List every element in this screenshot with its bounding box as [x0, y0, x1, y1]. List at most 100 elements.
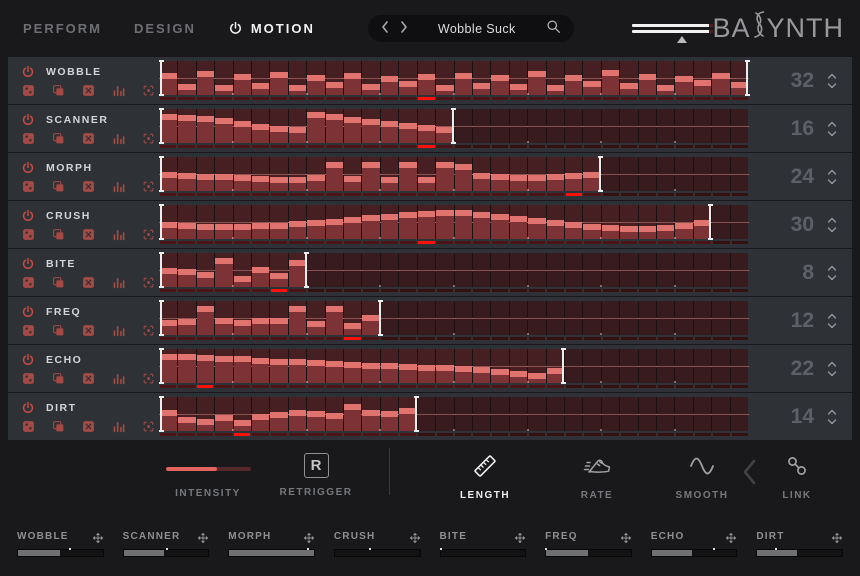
step-count[interactable]: 22 [780, 357, 814, 381]
step-cell[interactable] [473, 397, 490, 431]
step-cell[interactable] [473, 349, 490, 383]
step-cell[interactable] [178, 205, 195, 239]
dice-icon[interactable] [22, 420, 35, 433]
step-grid[interactable] [160, 61, 748, 104]
step-cell[interactable] [657, 301, 674, 335]
step-cell[interactable] [491, 61, 508, 95]
step-cell[interactable] [602, 109, 619, 143]
loop-start-bracket[interactable] [160, 348, 162, 384]
move-icon[interactable] [92, 531, 104, 543]
step-cell[interactable] [270, 301, 287, 335]
step-cell[interactable] [436, 61, 453, 95]
levels-icon[interactable] [112, 132, 125, 145]
move-icon[interactable] [831, 531, 843, 543]
loop-start-bracket[interactable] [160, 108, 162, 144]
step-cell[interactable] [620, 397, 637, 431]
step-cell[interactable] [160, 253, 177, 287]
target-icon[interactable] [142, 180, 155, 193]
step-cell[interactable] [712, 205, 729, 239]
step-cell[interactable] [620, 109, 637, 143]
dice-icon[interactable] [22, 276, 35, 289]
step-cell[interactable] [399, 109, 416, 143]
step-cell[interactable] [491, 157, 508, 191]
step-cell[interactable] [731, 397, 748, 431]
step-cell[interactable] [473, 61, 490, 95]
step-cell[interactable] [657, 109, 674, 143]
step-cell[interactable] [197, 397, 214, 431]
link-control[interactable]: LINK [757, 451, 837, 501]
step-cell[interactable] [197, 253, 214, 287]
step-cell[interactable] [510, 397, 527, 431]
step-cell[interactable] [565, 301, 582, 335]
step-cell[interactable] [510, 61, 527, 95]
step-cell[interactable] [473, 205, 490, 239]
step-cell[interactable] [197, 205, 214, 239]
step-cell[interactable] [639, 397, 656, 431]
step-cell[interactable] [197, 301, 214, 335]
loop-start-bracket[interactable] [160, 204, 162, 240]
step-cell[interactable] [252, 157, 269, 191]
step-cell[interactable] [197, 349, 214, 383]
step-cell[interactable] [178, 397, 195, 431]
step-cell[interactable] [583, 253, 600, 287]
step-cell[interactable] [583, 109, 600, 143]
step-cell[interactable] [215, 61, 232, 95]
step-cell[interactable] [694, 157, 711, 191]
step-cell[interactable] [694, 109, 711, 143]
channel-slider[interactable] [440, 549, 527, 557]
step-cell[interactable] [657, 253, 674, 287]
step-cell[interactable] [344, 157, 361, 191]
step-cell[interactable] [197, 61, 214, 95]
step-count-stepper[interactable] [827, 408, 837, 426]
step-cell[interactable] [344, 301, 361, 335]
channel-slider[interactable] [17, 549, 104, 557]
step-cell[interactable] [731, 253, 748, 287]
target-icon[interactable] [142, 276, 155, 289]
step-cell[interactable] [362, 349, 379, 383]
loop-end-bracket[interactable] [746, 60, 748, 96]
channel-slider[interactable] [228, 549, 315, 557]
lane-power-icon[interactable] [21, 161, 35, 175]
step-cell[interactable] [178, 349, 195, 383]
step-count-stepper[interactable] [827, 312, 837, 330]
step-cell[interactable] [234, 253, 251, 287]
channel-slider[interactable] [545, 549, 632, 557]
step-grid[interactable] [160, 349, 748, 392]
clear-icon[interactable] [82, 180, 95, 193]
step-cell[interactable] [289, 157, 306, 191]
step-count-stepper[interactable] [827, 168, 837, 186]
loop-end-bracket[interactable] [379, 300, 381, 336]
step-cell[interactable] [307, 205, 324, 239]
step-cell[interactable] [418, 109, 435, 143]
step-cell[interactable] [436, 157, 453, 191]
step-grid[interactable] [160, 253, 748, 296]
step-cell[interactable] [399, 205, 416, 239]
step-cell[interactable] [307, 109, 324, 143]
step-cell[interactable] [473, 253, 490, 287]
dice-icon[interactable] [22, 180, 35, 193]
step-cell[interactable] [344, 349, 361, 383]
clear-icon[interactable] [82, 276, 95, 289]
step-cell[interactable] [381, 205, 398, 239]
step-cell[interactable] [270, 61, 287, 95]
step-cell[interactable] [270, 253, 287, 287]
step-cell[interactable] [381, 301, 398, 335]
step-cell[interactable] [602, 61, 619, 95]
copy-icon[interactable] [52, 84, 65, 97]
step-cell[interactable] [657, 397, 674, 431]
step-cell[interactable] [712, 397, 729, 431]
clear-icon[interactable] [82, 372, 95, 385]
step-cell[interactable] [455, 205, 472, 239]
step-cell[interactable] [620, 61, 637, 95]
step-cell[interactable] [657, 157, 674, 191]
step-cell[interactable] [234, 157, 251, 191]
step-cell[interactable] [270, 157, 287, 191]
step-cell[interactable] [178, 253, 195, 287]
channel-slider[interactable] [756, 549, 843, 557]
tab-perform[interactable]: PERFORM [23, 21, 102, 36]
step-cell[interactable] [234, 349, 251, 383]
move-icon[interactable] [303, 531, 315, 543]
lane-power-icon[interactable] [21, 257, 35, 271]
clear-icon[interactable] [82, 228, 95, 241]
target-icon[interactable] [142, 228, 155, 241]
